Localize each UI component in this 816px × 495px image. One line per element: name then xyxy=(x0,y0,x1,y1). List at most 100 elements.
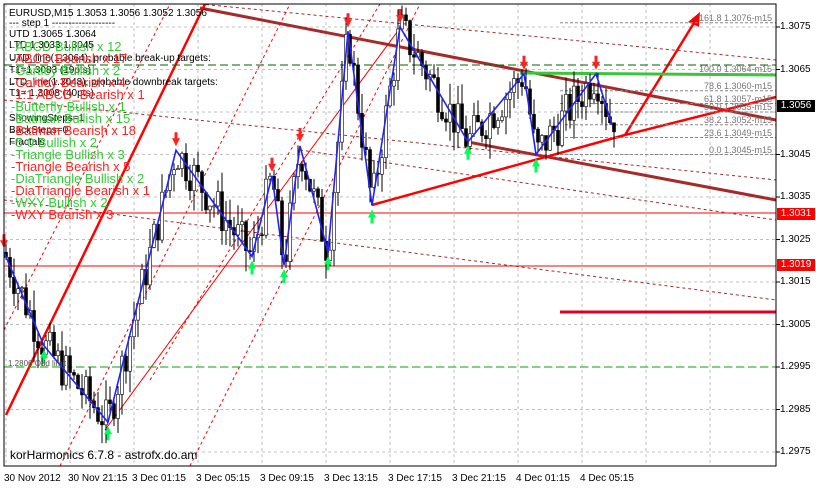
candle xyxy=(184,153,188,182)
price-tick: 1.3065 xyxy=(780,63,811,75)
candle xyxy=(172,169,176,176)
fib-label: 78.6 1.3060-m15 xyxy=(703,80,772,91)
level-price-box: 1.3019 xyxy=(777,259,815,271)
candle xyxy=(476,115,480,123)
candle xyxy=(236,224,240,236)
candle xyxy=(504,99,508,118)
info-line: --- step 1 ------------------- xyxy=(9,18,116,29)
candle xyxy=(460,103,464,129)
candle xyxy=(52,331,56,357)
candle xyxy=(592,93,596,100)
candle xyxy=(412,54,416,58)
price-tick: 1.2995 xyxy=(780,361,811,372)
fractal-up-arrow-icon xyxy=(248,260,256,275)
fib-label: 100.0 1.3064-m15 xyxy=(698,63,772,74)
red-dashed-4 xyxy=(189,3,421,467)
candle xyxy=(580,101,584,107)
candle xyxy=(596,93,600,102)
price-tick: 1.3045 xyxy=(780,148,811,160)
time-tick: 4 Dec 05:15 xyxy=(580,473,634,484)
price-tick: 1.3025 xyxy=(780,233,811,245)
candle xyxy=(408,20,412,56)
candle xyxy=(444,118,448,123)
time-tick: 3 Dec 13:15 xyxy=(324,473,378,484)
candle xyxy=(316,188,320,198)
time-tick: 3 Dec 21:15 xyxy=(452,473,506,484)
fib-label: 23.6 1.3049-m15 xyxy=(703,127,772,138)
target-arrow-line xyxy=(623,17,699,136)
candle xyxy=(492,113,496,128)
price-tick: 1.2985 xyxy=(780,403,811,415)
fractal-down-arrow-icon xyxy=(592,55,600,70)
price-tick: 1.3075 xyxy=(780,21,811,32)
fib-label: 50.0 1.3055-m15 xyxy=(703,102,772,112)
candle xyxy=(312,188,316,192)
fractal-down-arrow-icon xyxy=(344,13,352,28)
candle xyxy=(436,77,440,113)
candle xyxy=(128,336,132,372)
candle xyxy=(432,74,436,78)
fractal-down-arrow-icon xyxy=(172,132,180,147)
candle xyxy=(260,234,264,236)
fractal-down-arrow-icon xyxy=(268,157,276,172)
fractal-down-arrow-icon xyxy=(520,55,528,70)
candle xyxy=(100,421,104,426)
candle xyxy=(36,341,40,349)
candle xyxy=(496,120,500,128)
price-tick: 1.2975 xyxy=(780,446,811,457)
candle xyxy=(48,331,52,342)
candle xyxy=(220,191,224,231)
fib-label: 161.8 1.3076-m15 xyxy=(698,12,772,23)
time-tick: 3 Dec 17:15 xyxy=(388,473,442,484)
candle xyxy=(88,376,92,402)
candle xyxy=(588,83,592,100)
time-tick: 30 Nov 2012 xyxy=(4,473,61,484)
chart-window: EURUSD,M15 1.3053 1.3056 1.3052 1.3056 --… xyxy=(0,0,816,495)
candle xyxy=(84,376,88,396)
time-tick: 3 Dec 09:15 xyxy=(260,473,314,484)
candle xyxy=(56,350,60,357)
candle xyxy=(240,221,244,226)
candle xyxy=(556,130,560,146)
candle xyxy=(404,14,408,21)
candle xyxy=(536,128,540,143)
fib-label: 38.2 1.3052-m15 xyxy=(703,114,772,125)
limit-label: 1.2806 Odd limit xyxy=(8,359,67,368)
candle xyxy=(540,135,544,143)
candle xyxy=(196,164,200,173)
candle xyxy=(112,403,116,419)
candle xyxy=(532,113,536,130)
candle xyxy=(520,82,524,87)
candle xyxy=(176,168,180,171)
fractal-up-arrow-icon xyxy=(368,209,376,224)
level-price-box: 1.3031 xyxy=(777,208,815,220)
candle xyxy=(600,100,604,104)
candle xyxy=(200,171,204,193)
candle xyxy=(508,92,512,100)
fib-label: 0.0 1.3045-m15 xyxy=(708,144,772,155)
brown-channel-upper xyxy=(199,6,777,122)
candle xyxy=(440,112,444,120)
pattern-item: -WXY Bearish x 3 xyxy=(11,207,114,222)
candle xyxy=(68,355,72,373)
current-price-box: 1.3056 xyxy=(777,100,815,112)
time-tick: 3 Dec 01:15 xyxy=(132,473,186,484)
candle xyxy=(612,122,616,133)
candle xyxy=(380,157,384,175)
time-tick: 30 Nov 21:15 xyxy=(68,473,128,484)
watermark: korHarmonics 6.7.8 - astrofx.do.am xyxy=(10,448,198,462)
time-tick: 4 Dec 01:15 xyxy=(516,473,570,484)
candle xyxy=(276,189,280,202)
candle xyxy=(208,205,212,211)
candle xyxy=(564,94,568,112)
candle xyxy=(472,115,476,135)
candle xyxy=(484,135,488,140)
candle xyxy=(108,399,112,405)
candle xyxy=(392,80,396,87)
candle xyxy=(560,110,564,146)
fractal-up-arrow-icon xyxy=(104,426,112,441)
candle xyxy=(16,288,20,294)
candle xyxy=(204,192,208,211)
candle xyxy=(188,180,192,192)
red-support-line xyxy=(371,133,626,207)
